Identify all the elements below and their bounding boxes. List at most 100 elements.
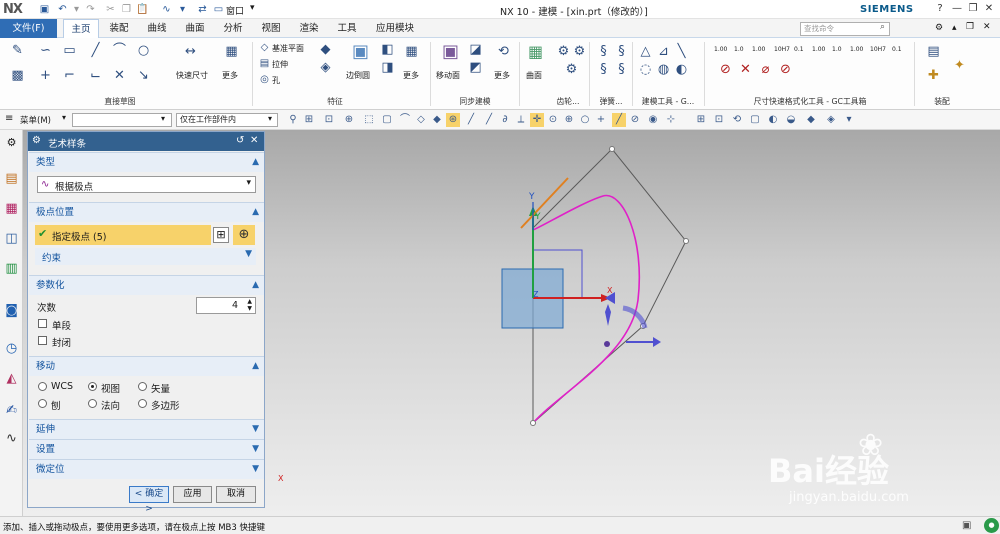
tab-tools[interactable]: 工具 (330, 19, 364, 38)
pole-icon[interactable]: ◉ (646, 113, 660, 127)
main-menu-button[interactable]: 菜单(M) (20, 114, 51, 126)
control-point-icon[interactable]: ∂ (498, 113, 512, 127)
apply-button[interactable]: 应用 (173, 486, 212, 503)
chevron-up-icon[interactable]: ▲ (252, 357, 259, 376)
settings-icon[interactable]: ⚙ (3, 134, 20, 151)
reuse-library-icon[interactable]: ▥ (3, 260, 20, 277)
section-fine-position[interactable]: 微定位 ▼ (29, 459, 264, 479)
edge-blend-label[interactable]: 边倒圆 (346, 70, 370, 81)
section-pole-position[interactable]: 极点位置 ▲ (29, 202, 264, 222)
add-component-icon[interactable]: ✚ (926, 68, 941, 83)
redo-icon[interactable]: ↷ (84, 3, 97, 16)
arc-center-icon[interactable]: ⊙ (546, 113, 560, 127)
assembly-navigator-icon[interactable]: ▤ (3, 170, 20, 187)
chevron-up-icon[interactable]: ▲ (252, 203, 259, 222)
face-select-icon[interactable]: ◇ (414, 113, 428, 127)
filter-icon[interactable]: ⚲ (286, 113, 300, 127)
doc-restore-button[interactable]: ❐ (966, 22, 974, 32)
section-settings[interactable]: 设置 ▼ (29, 439, 264, 459)
snap-grid-icon[interactable]: ⊹ (664, 113, 678, 127)
section-move[interactable]: 移动 ▲ (29, 356, 264, 376)
gear-tool-icon[interactable]: ⚙ (556, 44, 571, 59)
command-search-input[interactable]: 查找命令 (800, 22, 890, 36)
move-face-icon[interactable]: ▣ (442, 43, 459, 61)
file-menu[interactable]: 文件(F) (0, 19, 57, 38)
midpoint-icon[interactable]: ╱ (482, 113, 496, 127)
clear-icon[interactable]: ✕ (738, 62, 753, 77)
save-icon[interactable]: ▣ (38, 3, 51, 16)
web-browser-icon[interactable]: ◙ (3, 302, 20, 319)
extrude-icon[interactable]: ▤ (257, 56, 272, 71)
specify-pole-row[interactable]: ✔ 指定极点 (5) (35, 225, 211, 245)
tool-b-icon[interactable]: ◍ (656, 62, 671, 77)
collapse-ribbon-icon[interactable]: ▴ (952, 23, 957, 33)
line-icon[interactable]: ╱ (88, 43, 103, 58)
dim-format-10[interactable]: 0.1 (892, 46, 902, 53)
degree-stepper[interactable]: 4 ▲ ▼ (196, 297, 256, 314)
quick-dimension-icon[interactable]: ↔ (183, 44, 198, 59)
type-filter-dropdown[interactable] (72, 113, 172, 127)
tab-analysis[interactable]: 分析 (216, 19, 250, 38)
datum-plane-icon[interactable]: ◇ (257, 40, 272, 55)
dropdown-icon[interactable]: ▾ (176, 3, 189, 16)
doc-close-button[interactable]: ✕ (983, 22, 991, 32)
tool-c-icon[interactable]: ◐ (674, 62, 689, 77)
delete-face-icon[interactable]: ◩ (468, 60, 483, 75)
help-button[interactable]: ? (933, 2, 947, 16)
dim-format-4[interactable]: 10H7 (774, 46, 790, 53)
dialog-close-icon[interactable]: ✕ (250, 135, 258, 146)
orient-view-icon[interactable]: ◆ (804, 113, 818, 127)
dim-format-5[interactable]: 0.1 (794, 46, 804, 53)
chevron-up-icon[interactable]: ▲ (252, 276, 259, 295)
circle-icon[interactable]: ○ (136, 43, 151, 58)
shaded-icon[interactable]: ◐ (766, 113, 780, 127)
trim-icon[interactable]: ✕ (112, 68, 127, 83)
extrude-label[interactable]: 拉伸 (272, 59, 288, 70)
more-sync-label[interactable]: 更多 (494, 70, 510, 81)
window-menu[interactable]: 窗口 (226, 4, 244, 17)
endpoint-icon[interactable]: ╱ (464, 113, 478, 127)
body-select-icon[interactable]: ◆ (430, 113, 444, 127)
more-feature-label[interactable]: 更多 (403, 70, 419, 81)
angle-tool-icon[interactable]: ⊿ (656, 44, 671, 59)
dim-format-7[interactable]: 1.0 (832, 46, 842, 53)
section-parametrization[interactable]: 参数化 ▲ (29, 275, 264, 295)
history-icon[interactable]: ◷ (3, 340, 20, 357)
section-type[interactable]: 类型 ▲ (29, 152, 264, 172)
main-menu-dropdown-icon[interactable]: ▾ (62, 113, 66, 122)
select-all-icon[interactable]: ⊞ (302, 113, 316, 127)
rotate-icon[interactable]: ⟲ (730, 113, 744, 127)
remove-icon[interactable]: ⊘ (778, 62, 793, 77)
snap-icon[interactable]: ⊡ (322, 113, 336, 127)
no-tolerance-icon[interactable]: ⊘ (718, 62, 733, 77)
point-on-face-icon[interactable]: ╱ (612, 113, 626, 127)
move-view-radio[interactable] (88, 382, 97, 391)
window-menu-dropdown-icon[interactable]: ▾ (250, 3, 255, 13)
spring4-icon[interactable]: § (614, 62, 629, 77)
extend-icon[interactable]: ↘ (136, 68, 151, 83)
more-sketch-icon[interactable]: ▦ (224, 44, 239, 59)
point-icon[interactable]: + (38, 68, 53, 83)
diameter-icon[interactable]: ⌀ (758, 62, 773, 77)
rect-select-icon[interactable]: ⬚ (362, 113, 376, 127)
curve-select-icon[interactable]: ⌒ (398, 113, 412, 127)
tab-home[interactable]: 主页 (63, 19, 99, 38)
system-material-icon[interactable]: ∿ (3, 430, 20, 447)
replace-face-icon[interactable]: ⟲ (496, 44, 511, 59)
pull-face-icon[interactable]: ◪ (468, 42, 483, 57)
closed-checkbox[interactable] (38, 336, 47, 345)
camera-icon[interactable]: ◈ (824, 113, 838, 127)
dim-format-9[interactable]: 10H7 (870, 46, 886, 53)
selection-scope-dropdown[interactable]: 仅在工作部件内 (176, 113, 278, 127)
lock-icon[interactable]: ⊕ (342, 113, 356, 127)
gear-icon[interactable]: ⚙ (32, 135, 41, 146)
move-vector-radio[interactable] (138, 382, 147, 391)
constraint-icon[interactable]: ✦ (952, 58, 967, 73)
copy-icon[interactable]: ❐ (120, 3, 133, 16)
more-feature-icon[interactable]: ▦ (404, 44, 419, 59)
line-tool-icon[interactable]: ╲ (674, 44, 689, 59)
cross-icon[interactable]: + (594, 113, 608, 127)
type-select[interactable]: ∿ 根据极点 ▾ (37, 176, 256, 193)
arc-icon[interactable]: ⌒ (112, 43, 127, 58)
stepper-arrows-icon[interactable]: ▲ ▼ (247, 298, 252, 312)
